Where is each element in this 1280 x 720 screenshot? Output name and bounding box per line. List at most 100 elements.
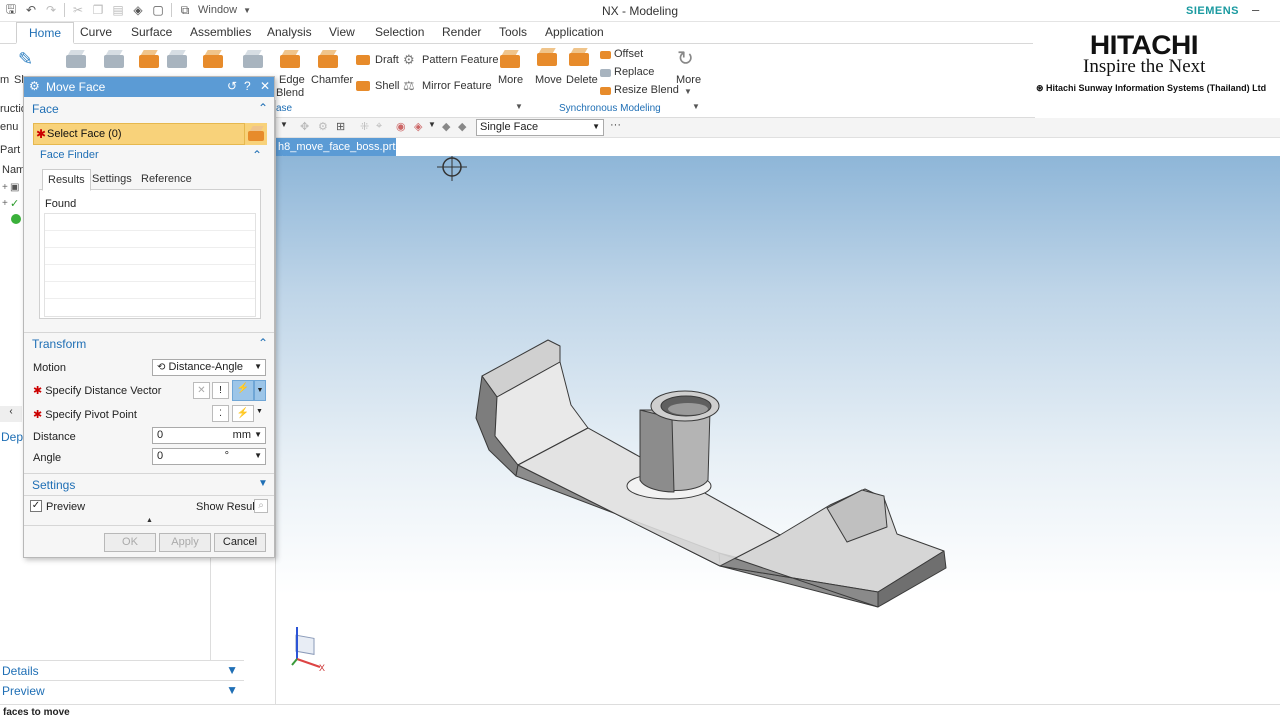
vector-dialog-icon[interactable]: ! [212,382,229,399]
save-icon[interactable]: 🖫 [4,2,18,17]
transform-section-title[interactable]: Transform [32,337,86,351]
angle-input[interactable]: 0 ° ▼ [152,448,266,465]
tab-selection[interactable]: Selection [375,25,424,39]
face-section-title[interactable]: Face [32,102,59,116]
reverse-direction-icon[interactable]: ✕ [193,382,210,399]
dependencies-label[interactable]: Dep [1,430,23,444]
gear-icon[interactable]: ⚙ [29,79,40,93]
reset-icon[interactable]: ↺ [227,79,237,93]
feature-icon[interactable]: ◈ [414,120,422,133]
resize-blend-label[interactable]: Resize Blend [614,84,679,96]
expand-icon[interactable]: + [2,182,8,193]
tab-curve[interactable]: Curve [80,25,112,39]
inferred-vector-icon[interactable]: ⚡ [232,380,254,401]
tab-assemblies[interactable]: Assemblies [190,25,251,39]
face-rule-icon[interactable]: ◉ [396,120,406,133]
filter-icon[interactable]: ⚙ [318,120,328,133]
move-face-icon[interactable] [537,48,557,66]
boss-icon[interactable] [203,50,223,68]
menu-button[interactable]: enu [0,121,18,133]
undo-icon[interactable]: ↶ [24,3,38,17]
tab-reference[interactable]: Reference [136,169,197,191]
window-icon[interactable]: ⧉ [178,3,192,17]
found-list[interactable] [44,213,256,317]
tab-settings[interactable]: Settings [87,169,137,191]
ribbon-left-label[interactable]: m [0,74,9,86]
selection-icon[interactable]: ⌖ [376,120,382,133]
delete-face-icon[interactable] [569,48,589,66]
list-item[interactable] [45,214,255,231]
ok-button[interactable]: OK [104,533,156,552]
hole-icon[interactable] [167,50,187,68]
shell-icon[interactable] [356,79,370,91]
cut-icon[interactable]: ✂ [71,3,85,17]
graphics-window[interactable]: X [276,156,1280,704]
minimize-button[interactable]: – [1252,2,1259,17]
command-finder-icon[interactable]: ▢ [151,3,165,17]
tab-tools[interactable]: Tools [499,25,527,39]
delete-label[interactable]: Delete [566,74,598,86]
chevron-up-icon[interactable]: ⌃ [258,336,268,350]
extrude-icon[interactable] [66,50,86,68]
paste-icon[interactable]: ▤ [111,3,125,17]
inferred-point-icon[interactable]: ⚡ [232,405,254,422]
chevron-down-icon[interactable]: ▼ [226,663,238,677]
snap-icon[interactable]: ✥ [300,120,309,133]
preview-checkbox[interactable]: ✓ [30,500,42,512]
chevron-up-icon[interactable]: ⌃ [252,148,262,162]
chevron-up-icon[interactable]: ⌃ [258,101,268,115]
help-icon[interactable]: ? [244,79,251,93]
show-result-icon[interactable]: ⌕ [254,499,268,513]
tab-render[interactable]: Render [442,25,481,39]
list-item[interactable] [45,248,255,265]
edge-blend-label[interactable]: Edge [279,74,305,86]
component-icon[interactable]: ◆ [458,120,466,133]
motion-dropdown[interactable]: ⟲ Distance-Angle ▼ [152,359,266,376]
body-icon[interactable]: ◆ [442,120,450,133]
chamfer-label[interactable]: Chamfer [311,74,353,86]
chevron-down-icon[interactable]: ▼ [692,102,700,111]
resize-blend-icon[interactable] [600,85,611,95]
redo-icon[interactable]: ↷ [44,3,58,17]
mirror-feature-label[interactable]: Mirror Feature [422,80,492,92]
window-menu[interactable]: Window [198,4,237,16]
draft-label[interactable]: Draft [375,54,399,66]
trim-icon[interactable] [243,50,263,68]
mirror-feature-icon[interactable]: ⚖ [403,78,415,94]
more-sync-label[interactable]: More [676,74,701,86]
scroll-left-icon[interactable]: ‹ [0,406,22,422]
tab-results[interactable]: Results [42,169,91,191]
select-face-row[interactable]: ✱ Select Face (0) [33,123,267,145]
settings-section-title[interactable]: Settings [32,478,75,492]
more-sync-icon[interactable]: ↻ [677,46,694,71]
edge-blend-icon[interactable] [280,50,300,68]
replace-label[interactable]: Replace [614,66,654,78]
distance-input[interactable]: 0 mm ▼ [152,427,266,444]
select-tool-icon[interactable]: ⊞ [336,120,345,133]
tab-home[interactable]: Home [16,22,75,44]
chevron-down-icon[interactable]: ▼ [243,6,251,15]
expand-icon[interactable]: + [2,198,8,209]
apply-button[interactable]: Apply [159,533,211,552]
sketch-icon[interactable]: ✎ [18,49,33,70]
list-item[interactable] [45,231,255,248]
revolve-icon[interactable] [104,50,124,68]
chevron-down-icon[interactable]: ▼ [515,102,523,111]
list-item[interactable] [45,265,255,282]
dialog-title-bar[interactable]: ⚙ Move Face ↺ ? ✕ [24,77,274,97]
edge-blend-label-2[interactable]: Blend [276,87,304,99]
more-features-icon[interactable] [500,50,520,68]
file-tab[interactable]: h8_move_face_boss.prt × [276,138,396,165]
point-dialog-icon[interactable]: ⁚ [212,405,229,422]
chevron-down-icon[interactable]: ▼ [258,478,268,489]
replace-icon[interactable] [600,67,611,77]
close-icon[interactable]: ✕ [260,79,270,93]
preview-section[interactable]: Preview ▼ [0,680,244,700]
draft-icon[interactable] [356,53,370,65]
pattern-feature-icon[interactable]: ⚙ [403,52,415,68]
face-rule-dropdown[interactable]: Single Face ▼ [476,119,604,136]
list-item[interactable] [45,282,255,299]
offset-icon[interactable] [600,49,611,59]
tab-view[interactable]: View [329,25,355,39]
tab-application[interactable]: Application [545,25,604,39]
